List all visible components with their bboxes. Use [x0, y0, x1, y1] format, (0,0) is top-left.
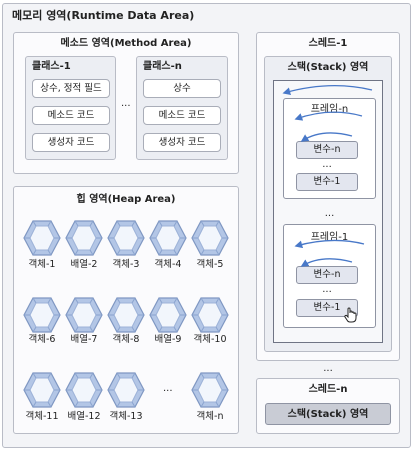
thread-n-title: 스레드-n — [308, 384, 348, 395]
thread-n-stack-title: 스택(Stack) 영역 — [287, 409, 369, 420]
thread-between-ellipsis: ... — [323, 363, 333, 374]
arrow-frame-1-var — [300, 258, 353, 267]
arrow-frame-n-title — [294, 111, 363, 121]
arrow-frame-1-title — [294, 239, 365, 249]
hand-cursor-icon — [344, 307, 358, 323]
arrow-frame-n-var — [300, 132, 353, 142]
arrow-stack-top — [282, 85, 373, 96]
